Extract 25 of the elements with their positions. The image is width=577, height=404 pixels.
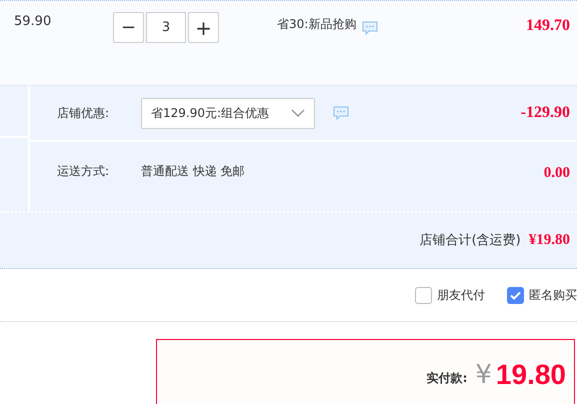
checkbox[interactable] — [415, 286, 432, 304]
checkbox-label: 匿名购买 — [529, 287, 577, 304]
shop-total-label: 店铺合计(含运费) — [420, 232, 521, 250]
chevron-down-icon — [291, 109, 305, 117]
chat-icon[interactable] — [362, 21, 378, 35]
currency-symbol: ¥ — [475, 358, 492, 392]
decrement-button[interactable]: − — [113, 12, 144, 43]
checkbox[interactable] — [507, 286, 524, 304]
shop-total-amount: ¥19.80 — [528, 231, 570, 250]
discount-label: 店铺优惠: — [56, 105, 110, 122]
chat-icon[interactable] — [333, 106, 349, 120]
discount-select[interactable]: 省129.90元:组合优惠 — [141, 98, 315, 128]
checkbox-label: 朋友代付 — [437, 287, 485, 304]
unit-price: 59.90 — [13, 13, 52, 31]
promo-label: 省30:新品抢购 — [277, 16, 356, 33]
shipping-label: 运送方式: — [56, 163, 110, 180]
payment-label: 实付款: — [426, 370, 468, 387]
increment-button[interactable]: + — [188, 12, 219, 43]
discount-amount: -129.90 — [520, 103, 571, 123]
shipping-amount: 0.00 — [544, 164, 571, 183]
quantity-field[interactable]: 3 — [146, 12, 186, 43]
check-icon — [510, 290, 521, 300]
subtotal: 149.70 — [526, 16, 571, 36]
shipping-method: 普通配送 快递 免邮 — [141, 163, 245, 180]
payment-amount: 19.80 — [496, 358, 566, 392]
